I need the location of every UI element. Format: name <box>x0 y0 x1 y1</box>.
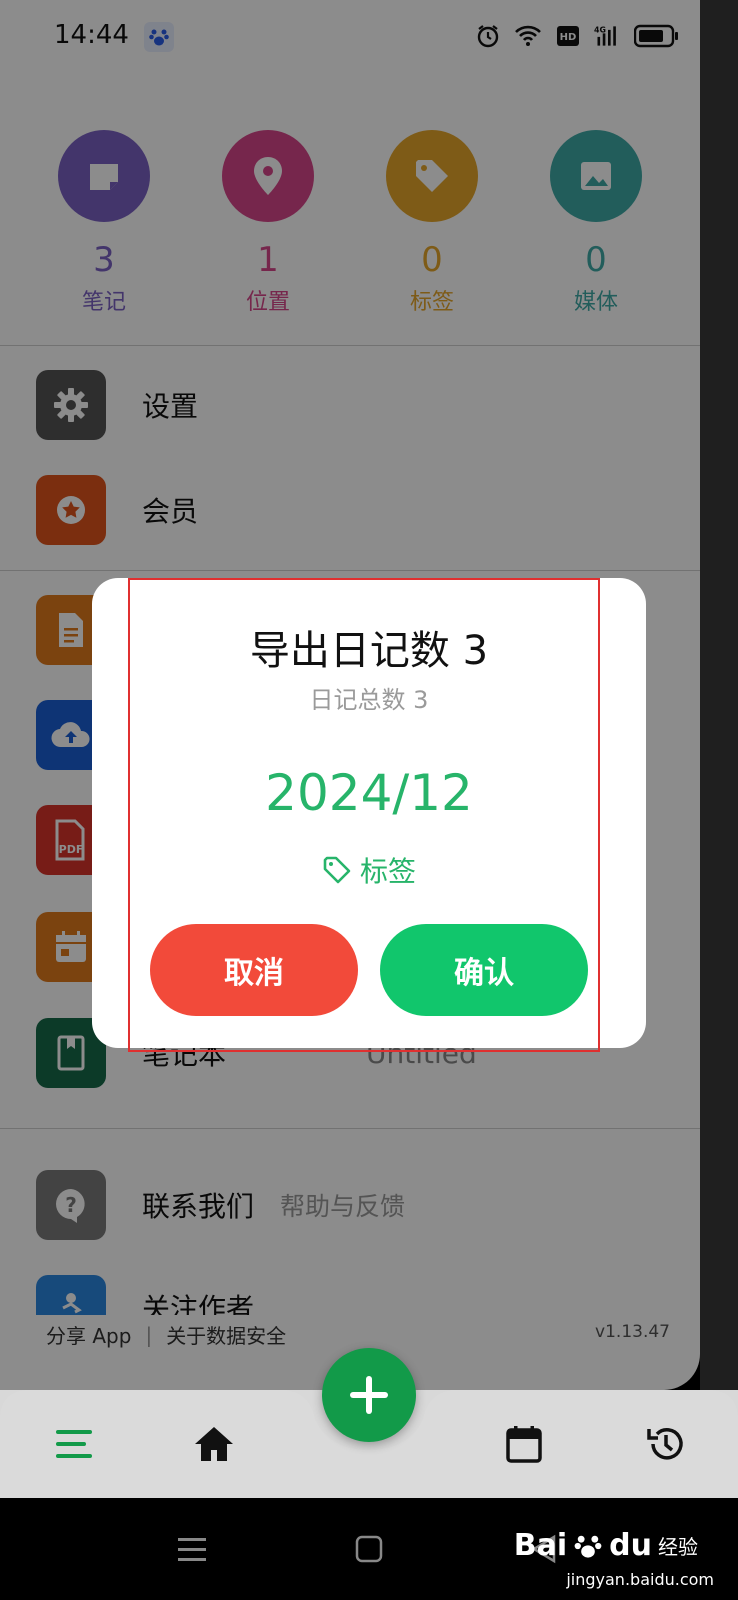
watermark-cn: 经验 <box>658 1535 698 1559</box>
calendar-nav-icon[interactable] <box>500 1420 548 1468</box>
watermark-brand2: du <box>609 1528 652 1563</box>
home-icon[interactable] <box>190 1420 238 1468</box>
menu-icon[interactable] <box>50 1420 98 1468</box>
baidu-watermark: Bai du 经验 <box>514 1528 698 1563</box>
baidu-paw-icon <box>574 1535 602 1558</box>
screen: 14:44 HD 4G 3 笔记 1 位置 0 标签 0 媒体 设置 会员 PD… <box>0 0 738 1600</box>
recents-icon[interactable] <box>176 1534 208 1570</box>
watermark-brand: Bai <box>513 1528 568 1563</box>
home-system-icon[interactable] <box>354 1534 384 1568</box>
watermark-url: jingyan.baidu.com <box>566 1570 714 1589</box>
history-icon[interactable] <box>642 1420 690 1468</box>
plus-icon <box>350 1376 388 1414</box>
system-nav-bar: Bai du 经验 jingyan.baidu.com <box>0 1498 738 1600</box>
add-note-button[interactable] <box>322 1348 416 1442</box>
annotation-highlight-box <box>128 578 600 1052</box>
